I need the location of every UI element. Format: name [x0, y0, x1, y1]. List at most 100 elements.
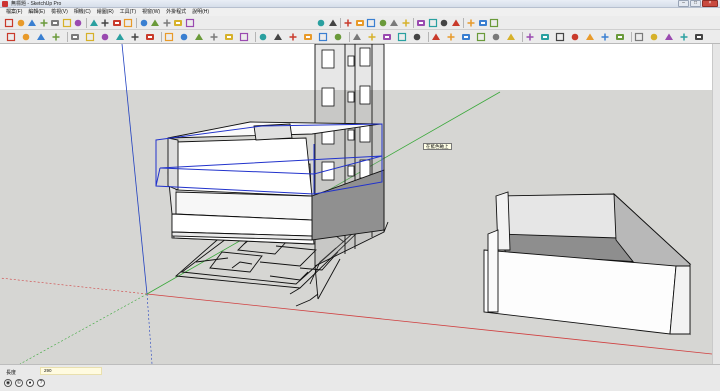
layer-icon[interactable] — [634, 32, 644, 42]
components-icon[interactable] — [466, 18, 476, 28]
offset-icon[interactable] — [239, 32, 249, 42]
select-icon[interactable] — [6, 32, 16, 42]
text-icon[interactable] — [303, 32, 313, 42]
erase-icon[interactable] — [73, 18, 83, 28]
arc-icon[interactable] — [85, 32, 95, 42]
new-icon[interactable] — [4, 18, 14, 28]
position-camera-icon[interactable] — [446, 32, 456, 42]
move-icon[interactable] — [164, 32, 174, 42]
menu-plugins[interactable]: 外掛程式 — [163, 8, 189, 16]
tape-icon[interactable] — [258, 32, 268, 42]
look-around-icon[interactable] — [476, 32, 486, 42]
shadow-settings-icon[interactable] — [139, 18, 149, 28]
print-icon[interactable] — [112, 18, 122, 28]
model-viewport[interactable] — [0, 44, 712, 364]
3d-text-icon[interactable] — [333, 32, 343, 42]
photo-icon[interactable] — [600, 32, 610, 42]
menu-edit[interactable]: 編輯(E) — [25, 8, 48, 16]
paste-icon[interactable] — [62, 18, 72, 28]
user-icon[interactable]: ● — [26, 379, 34, 387]
dimension-icon[interactable] — [273, 32, 283, 42]
save-icon[interactable] — [27, 18, 37, 28]
drape-icon[interactable] — [555, 32, 565, 42]
vertical-scrollbar[interactable] — [712, 44, 720, 364]
scale-icon[interactable] — [224, 32, 234, 42]
front-view-icon[interactable] — [173, 18, 183, 28]
maximize-button[interactable]: □ — [690, 0, 701, 7]
freehand-icon[interactable] — [145, 32, 155, 42]
stamp-icon[interactable] — [540, 32, 550, 42]
menu-tools[interactable]: 工具(T) — [117, 8, 139, 16]
menu-draw[interactable]: 繪圖(R) — [94, 8, 117, 16]
toolbar-separator — [85, 18, 87, 28]
measurements-input[interactable]: 290 — [40, 367, 102, 375]
follow-me-icon[interactable] — [209, 32, 219, 42]
status-icons: ◉ © ● ? — [4, 379, 45, 387]
right-view-icon[interactable] — [185, 18, 195, 28]
iso-view-icon[interactable] — [150, 18, 160, 28]
close-button[interactable]: × — [702, 0, 718, 7]
flip-icon[interactable] — [570, 32, 580, 42]
menu-file[interactable]: 檔案(F) — [3, 8, 25, 16]
model-canvas[interactable] — [0, 44, 712, 364]
orbit-icon[interactable] — [352, 32, 362, 42]
toolbar-separator — [340, 18, 341, 28]
redo-icon[interactable] — [100, 18, 110, 28]
menu-camera[interactable]: 相機(C) — [71, 8, 94, 16]
section-icon[interactable] — [491, 32, 501, 42]
section-plane-icon[interactable] — [416, 18, 426, 28]
hidden-line-icon[interactable] — [366, 18, 376, 28]
scene-icon[interactable] — [615, 32, 625, 42]
rectangle-icon[interactable] — [100, 32, 110, 42]
warehouse-icon[interactable] — [439, 18, 449, 28]
undo-icon[interactable] — [89, 18, 99, 28]
monochrome-icon[interactable] — [401, 18, 411, 28]
section-display-icon[interactable] — [428, 18, 438, 28]
credits-icon[interactable]: © — [15, 379, 23, 387]
walk-icon[interactable] — [461, 32, 471, 42]
sandbox-icon[interactable] — [506, 32, 516, 42]
left-view-icon[interactable] — [328, 18, 338, 28]
line-icon[interactable] — [70, 32, 80, 42]
sketchup-logo-icon — [2, 1, 8, 7]
outliner-icon[interactable] — [649, 32, 659, 42]
copy-icon[interactable] — [50, 18, 60, 28]
menu-view[interactable]: 檢視(V) — [48, 8, 71, 16]
help-icon[interactable]: ? — [37, 379, 45, 387]
extension-icon[interactable] — [478, 18, 488, 28]
style-icon[interactable] — [664, 32, 674, 42]
top-view-icon[interactable] — [162, 18, 172, 28]
shaded-icon[interactable] — [378, 18, 388, 28]
textured-icon[interactable] — [389, 18, 399, 28]
push-pull-icon[interactable] — [179, 32, 189, 42]
zoom-window-icon[interactable] — [397, 32, 407, 42]
smoove-icon[interactable] — [525, 32, 535, 42]
previous-view-icon[interactable] — [431, 32, 441, 42]
menu-help[interactable]: 說明(H) — [189, 8, 212, 16]
zoom-extents-icon[interactable] — [412, 32, 422, 42]
geo-location-icon[interactable]: ◉ — [4, 379, 12, 387]
polygon-icon[interactable] — [130, 32, 140, 42]
xray-icon[interactable] — [343, 18, 353, 28]
open-icon[interactable] — [16, 18, 26, 28]
match-photo-icon[interactable] — [694, 32, 704, 42]
share-model-icon[interactable] — [451, 18, 461, 28]
cut-icon[interactable] — [39, 18, 49, 28]
fog-icon[interactable] — [679, 32, 689, 42]
paint-icon[interactable] — [36, 32, 46, 42]
wireframe-icon[interactable] — [355, 18, 365, 28]
circle-icon[interactable] — [115, 32, 125, 42]
minimize-button[interactable]: – — [678, 0, 689, 7]
model-info-icon[interactable] — [123, 18, 133, 28]
protractor-icon[interactable] — [288, 32, 298, 42]
menu-window[interactable]: 視窗(W) — [139, 8, 163, 16]
axes-icon[interactable] — [318, 32, 328, 42]
camera-icon[interactable] — [585, 32, 595, 42]
rotate-icon[interactable] — [194, 32, 204, 42]
lasso-icon[interactable] — [21, 32, 31, 42]
help-icon[interactable] — [489, 18, 499, 28]
back-view-icon[interactable] — [316, 18, 326, 28]
zoom-icon[interactable] — [382, 32, 392, 42]
pan-icon[interactable] — [367, 32, 377, 42]
eraser-icon[interactable] — [51, 32, 61, 42]
